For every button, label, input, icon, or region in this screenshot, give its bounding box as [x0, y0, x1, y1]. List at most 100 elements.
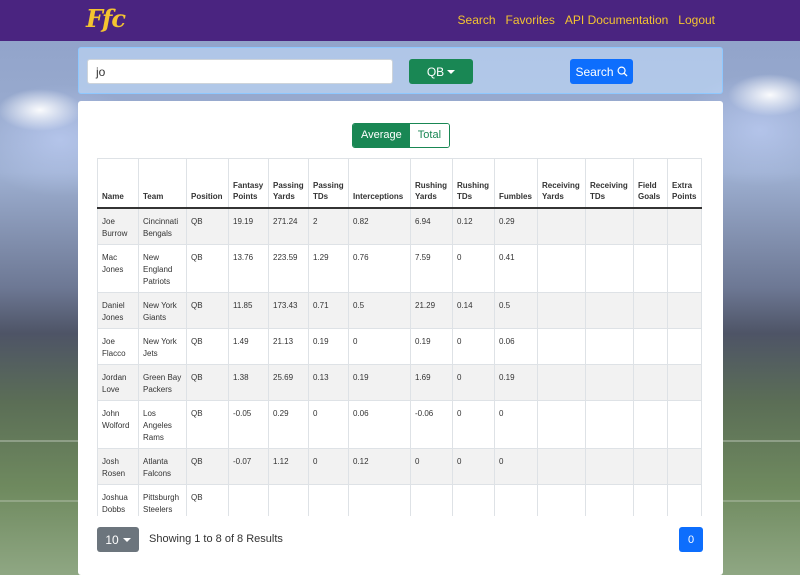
table-cell: 0 [452, 400, 495, 449]
search-button[interactable]: Search [570, 59, 633, 84]
table-cell [667, 364, 702, 401]
table-cell: QB [186, 207, 229, 245]
average-toggle-button[interactable]: Average [353, 124, 410, 147]
position-dropdown-label: QB [426, 64, 445, 79]
nav-links: Search Favorites API Documentation Logou… [458, 13, 715, 27]
nav-link-favorites[interactable]: Favorites [506, 13, 555, 27]
column-header[interactable]: Rushing Yards [410, 158, 453, 209]
column-header[interactable]: Receiving Yards [537, 158, 586, 209]
table-cell: 0.29 [494, 207, 538, 245]
table-cell [537, 292, 586, 329]
table-cell: 25.69 [268, 364, 309, 401]
column-header[interactable]: Extra Points [667, 158, 702, 209]
table-cell: QB [186, 448, 229, 485]
total-toggle-button[interactable]: Total [409, 124, 450, 147]
navbar: Ffc Search Favorites API Documentation L… [0, 0, 800, 41]
table-cell: 0.71 [308, 292, 349, 329]
table-row[interactable]: John Wolford Los Angeles Rams QB -0.05 0.29 0… [97, 400, 702, 449]
column-header[interactable]: Position [186, 158, 229, 209]
column-header[interactable]: Rushing TDs [452, 158, 495, 209]
column-header[interactable]: Name [97, 158, 139, 209]
table-row[interactable]: Joshua Dobbs Pittsburgh Steelers QB [97, 484, 702, 516]
table-row[interactable]: Daniel Jones New York Giants QB 11.85 173.43… [97, 292, 702, 329]
position-dropdown[interactable]: QB [409, 59, 473, 84]
table-row[interactable]: Mac Jones New England Patriots QB 13.76 223.… [97, 244, 702, 293]
table-cell [537, 364, 586, 401]
table-cell: 0 [452, 244, 495, 293]
table-cell: 173.43 [268, 292, 309, 329]
page-size-label: 10 [105, 532, 119, 547]
table-cell [633, 448, 668, 485]
table-row[interactable]: Josh Rosen Atlanta Falcons QB -0.07 1.12 0 0.1… [97, 448, 702, 485]
results-card: Average Total Name Team Position Fantasy Po… [78, 101, 723, 575]
table-cell: QB [186, 328, 229, 365]
table-cell: New York Jets [138, 328, 187, 365]
table-cell: 1.69 [410, 364, 453, 401]
search-input[interactable]: jo [87, 59, 393, 84]
table-cell: 0 [308, 448, 349, 485]
column-header[interactable]: Interceptions [348, 158, 411, 209]
column-header[interactable]: Passing TDs [308, 158, 349, 209]
table-row[interactable]: Joe Burrow Cincinnati Bengals QB 19.19 271.2… [97, 207, 702, 245]
table-cell: QB [186, 400, 229, 449]
table-cell: 1.29 [308, 244, 349, 293]
column-header[interactable]: Passing Yards [268, 158, 309, 209]
page-button[interactable]: 0 [679, 527, 703, 552]
table-cell: 0.76 [348, 244, 411, 293]
nav-link-search[interactable]: Search [458, 13, 496, 27]
table-cell: 0.41 [494, 244, 538, 293]
table-cell: 0.5 [494, 292, 538, 329]
results-table-container[interactable]: Name Team Position Fantasy Points Passing Ya… [97, 158, 703, 516]
table-cell: 0.14 [452, 292, 495, 329]
table-cell [585, 364, 634, 401]
nav-link-logout[interactable]: Logout [678, 13, 715, 27]
brand-logo[interactable]: Ffc [86, 4, 126, 33]
results-table: Name Team Position Fantasy Points Passing Ya… [97, 158, 702, 516]
nav-link-api-documentation[interactable]: API Documentation [565, 13, 668, 27]
table-cell [633, 244, 668, 293]
table-body: Joe Burrow Cincinnati Bengals QB 19.19 271.2… [97, 207, 702, 516]
table-cell [667, 448, 702, 485]
table-cell: 1.38 [228, 364, 269, 401]
table-cell: Green Bay Packers [138, 364, 187, 401]
table-cell [537, 244, 586, 293]
table-cell: 0.06 [348, 400, 411, 449]
table-cell: 2 [308, 207, 349, 245]
table-cell: 0.12 [452, 207, 495, 245]
table-cell: Los Angeles Rams [138, 400, 187, 449]
table-cell [585, 207, 634, 245]
table-cell [228, 484, 269, 516]
column-header[interactable]: Field Goals [633, 158, 668, 209]
search-icon [617, 66, 628, 77]
table-cell: QB [186, 364, 229, 401]
table-cell: 6.94 [410, 207, 453, 245]
caret-down-icon [447, 69, 456, 74]
column-header[interactable]: Fantasy Points [228, 158, 269, 209]
table-header-row: Name Team Position Fantasy Points Passing Ya… [97, 158, 702, 209]
table-cell: 0 [452, 328, 495, 365]
results-summary: Showing 1 to 8 of 8 Results [149, 533, 283, 545]
page-size-dropdown[interactable]: 10 [97, 527, 139, 552]
table-cell: Cincinnati Bengals [138, 207, 187, 245]
table-cell: Daniel Jones [97, 292, 139, 329]
table-cell [585, 328, 634, 365]
table-cell: 0.06 [494, 328, 538, 365]
table-row[interactable]: Jordan Love Green Bay Packers QB 1.38 25.69 0… [97, 364, 702, 401]
table-cell: 0.19 [348, 364, 411, 401]
table-cell: 1.49 [228, 328, 269, 365]
table-cell: 7.59 [410, 244, 453, 293]
column-header[interactable]: Fumbles [494, 158, 538, 209]
table-cell: 0.82 [348, 207, 411, 245]
table-cell [585, 484, 634, 516]
table-cell: -0.07 [228, 448, 269, 485]
table-cell: 223.59 [268, 244, 309, 293]
column-header[interactable]: Team [138, 158, 187, 209]
table-cell: QB [186, 292, 229, 329]
column-header[interactable]: Receiving TDs [585, 158, 634, 209]
caret-down-icon [122, 537, 131, 542]
table-row[interactable]: Joe Flacco New York Jets QB 1.49 21.13 0.19 0 0… [97, 328, 702, 365]
table-cell: Joe Flacco [97, 328, 139, 365]
table-cell [494, 484, 538, 516]
table-cell [585, 292, 634, 329]
table-cell: 0 [494, 448, 538, 485]
